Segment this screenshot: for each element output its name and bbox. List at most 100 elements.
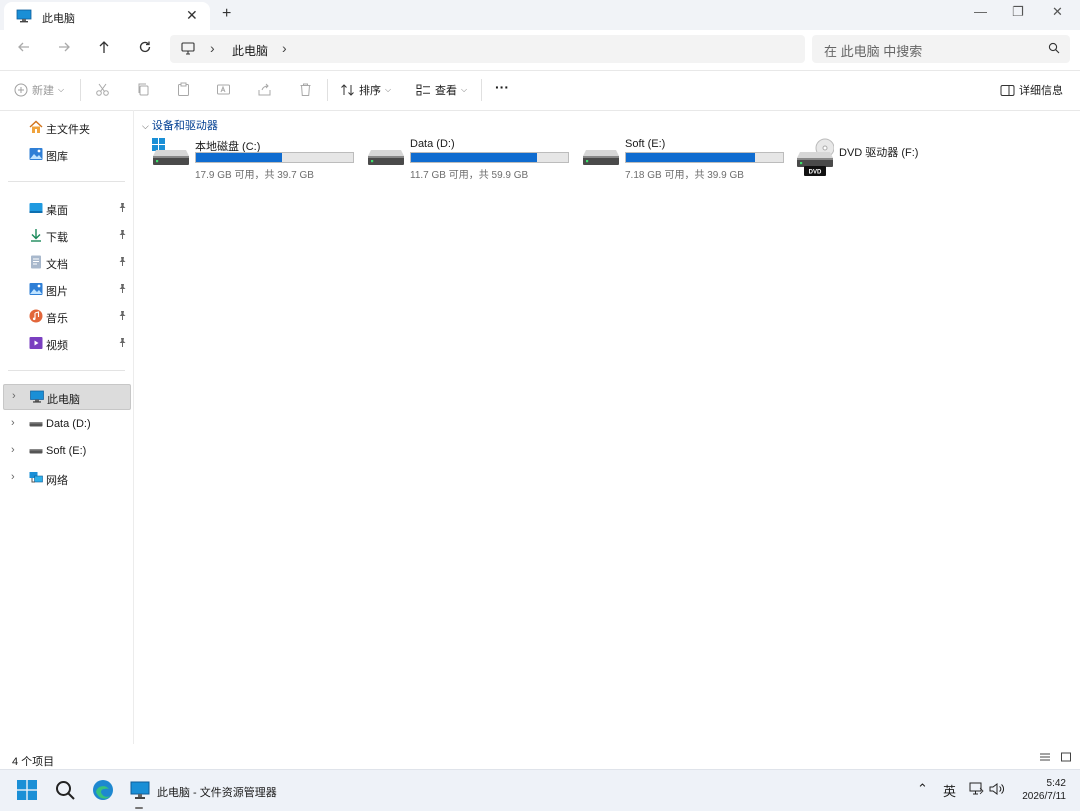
rename-button[interactable] <box>216 82 231 97</box>
taskbar-app-label[interactable]: 此电脑 - 文件资源管理器 <box>157 784 277 800</box>
drive-usage-fill <box>196 153 283 162</box>
drive-icon <box>29 444 43 458</box>
forward-button[interactable] <box>56 39 72 60</box>
details-pane-button[interactable]: 详细信息 <box>1000 82 1063 98</box>
sidebar-item-music[interactable]: 音乐 <box>0 304 133 330</box>
pin-icon[interactable] <box>118 229 127 242</box>
search-icon[interactable] <box>1048 42 1060 57</box>
sidebar-item-home[interactable]: 主文件夹 <box>0 115 133 141</box>
chevron-right-icon[interactable]: › <box>11 444 15 456</box>
drive-usage-fill <box>626 153 755 162</box>
sidebar-item-documents[interactable]: 文档 <box>0 250 133 276</box>
sort-button[interactable]: 排序 ⌵ <box>340 82 391 98</box>
sidebar-item-gallery[interactable]: 图库 <box>0 142 133 168</box>
ime-indicator[interactable]: 英 <box>943 781 956 800</box>
pin-icon[interactable] <box>118 202 127 215</box>
sidebar-item-videos[interactable]: 视频 <box>0 331 133 357</box>
music-icon <box>29 309 43 323</box>
search-icon[interactable] <box>55 780 75 803</box>
navigation-bar: › 此电脑 › 在 此电脑 中搜索 <box>0 30 1080 69</box>
chevron-right-icon[interactable]: › <box>11 471 15 483</box>
drive-item-e[interactable]: Soft (E:) 7.18 GB 可用，共 39.9 GB <box>582 136 787 181</box>
drive-item-c[interactable]: 本地磁盘 (C:) 17.9 GB 可用，共 39.7 GB <box>152 136 357 181</box>
sidebar-item-downloads[interactable]: 下载 <box>0 223 133 249</box>
new-button[interactable]: 新建 ⌵ <box>14 82 64 98</box>
chevron-down-icon[interactable]: ⌵ <box>142 121 149 131</box>
chevron-up-icon[interactable]: ⌃ <box>917 781 928 797</box>
drive-name: Data (D:) <box>410 138 455 150</box>
drive-size: 11.7 GB 可用，共 59.9 GB <box>410 170 529 181</box>
share-icon <box>258 83 271 96</box>
plus-circle-icon <box>14 83 28 97</box>
drive-item-f[interactable]: DVD DVD 驱动器 (F:) <box>796 136 996 180</box>
close-tab-icon[interactable]: ✕ <box>186 7 198 24</box>
group-header-devices[interactable]: ⌵ 设备和驱动器 <box>142 117 218 133</box>
chevron-right-icon[interactable]: › <box>210 40 215 56</box>
video-icon <box>29 336 43 350</box>
tiles-view-icon[interactable] <box>1060 751 1072 766</box>
clock[interactable]: 5:42 2026/7/11 <box>1022 777 1066 803</box>
divider <box>8 181 125 182</box>
sidebar-item-label: 文档 <box>46 259 68 271</box>
sidebar-item-desktop[interactable]: 桌面 <box>0 196 133 222</box>
copy-button[interactable] <box>136 82 151 97</box>
tab-title: 此电脑 <box>42 13 75 25</box>
breadcrumb-this-pc[interactable]: 此电脑 <box>232 42 268 59</box>
address-bar[interactable]: › 此电脑 › <box>170 35 805 63</box>
pin-icon[interactable] <box>118 283 127 296</box>
search-box[interactable]: 在 此电脑 中搜索 <box>812 35 1070 63</box>
sort-icon <box>341 84 354 96</box>
delete-button[interactable] <box>298 82 313 97</box>
svg-text:DVD: DVD <box>809 170 822 176</box>
chevron-right-icon[interactable]: › <box>282 40 287 56</box>
group-header-label: 设备和驱动器 <box>151 120 218 132</box>
search-input[interactable]: 在 此电脑 中搜索 <box>824 41 922 60</box>
maximize-button[interactable]: ❐ <box>1012 4 1024 20</box>
start-button[interactable] <box>17 780 37 803</box>
paste-button[interactable] <box>176 82 191 97</box>
view-icon <box>416 84 430 96</box>
rename-icon <box>217 84 230 95</box>
more-options-button[interactable]: ··· <box>495 79 509 95</box>
details-view-icon[interactable] <box>1039 751 1051 766</box>
back-button[interactable] <box>16 39 32 60</box>
sidebar-item-this-pc[interactable]: › 此电脑 <box>3 384 131 410</box>
sidebar-item-label: 下载 <box>46 232 68 244</box>
clock-date: 2026/7/11 <box>1022 791 1066 802</box>
drive-item-d[interactable]: Data (D:) 11.7 GB 可用，共 59.9 GB <box>367 136 572 181</box>
pin-icon[interactable] <box>118 337 127 350</box>
close-window-button[interactable]: ✕ <box>1052 4 1063 20</box>
sidebar-item-soft-e[interactable]: › Soft (E:) <box>0 439 133 465</box>
drive-usage-bar <box>410 152 569 163</box>
running-indicator <box>135 807 143 809</box>
share-button[interactable] <box>257 82 272 97</box>
sidebar-item-network[interactable]: › 网络 <box>0 466 133 492</box>
chevron-right-icon[interactable]: › <box>11 417 15 429</box>
copy-icon <box>138 83 149 96</box>
document-icon <box>29 255 43 269</box>
new-tab-button[interactable]: + <box>222 5 231 23</box>
desktop-icon <box>29 201 43 215</box>
divider <box>8 370 125 371</box>
view-button-label: 查看 <box>435 85 457 97</box>
sidebar-item-label: Data (D:) <box>46 418 91 430</box>
tab-this-pc[interactable]: 此电脑 ✕ <box>4 2 210 30</box>
home-icon <box>29 120 43 134</box>
network-status-icon[interactable] <box>969 782 984 799</box>
edge-browser-icon[interactable] <box>92 779 114 804</box>
chevron-right-icon[interactable]: › <box>12 390 16 402</box>
minimize-button[interactable]: — <box>974 4 987 19</box>
pin-icon[interactable] <box>118 256 127 269</box>
volume-icon[interactable] <box>989 782 1005 799</box>
view-button[interactable]: 查看 ⌵ <box>416 82 467 98</box>
sidebar-item-pictures[interactable]: 图片 <box>0 277 133 303</box>
sidebar-item-label: Soft (E:) <box>46 445 87 457</box>
sidebar-item-data-d[interactable]: › Data (D:) <box>0 412 133 438</box>
pin-icon[interactable] <box>118 310 127 323</box>
cut-button[interactable] <box>95 82 110 97</box>
up-button[interactable] <box>96 39 112 60</box>
sidebar-item-label: 桌面 <box>46 205 68 217</box>
refresh-button[interactable] <box>137 39 153 60</box>
drive-usage-fill <box>411 153 537 162</box>
file-explorer-taskbar-icon[interactable] <box>130 780 150 803</box>
